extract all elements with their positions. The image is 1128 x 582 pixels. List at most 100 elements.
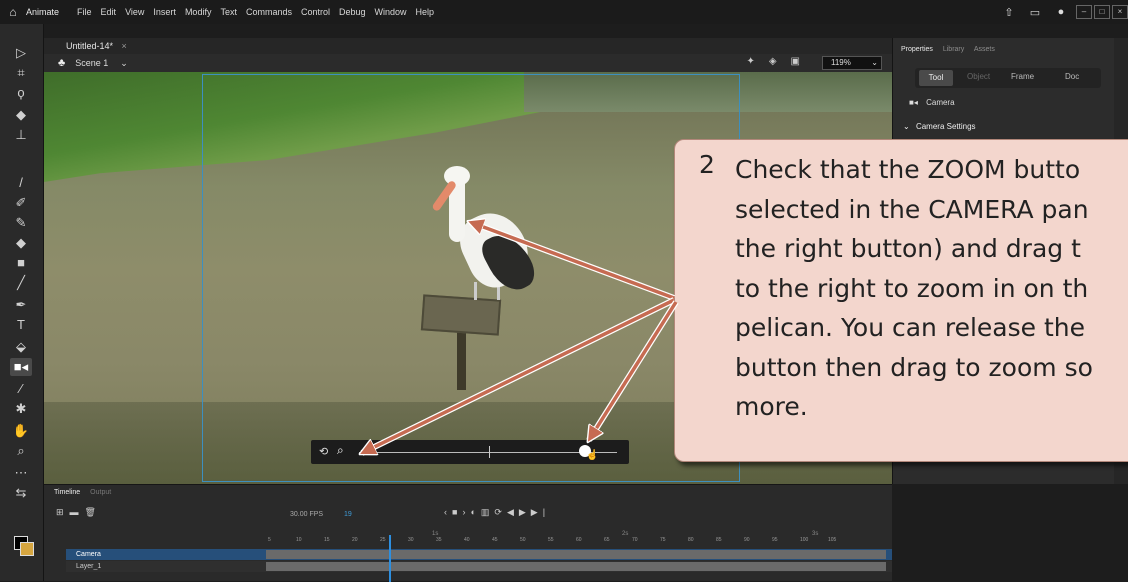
new-layer-icon[interactable]: ⊞ — [56, 507, 70, 517]
text-tool-icon[interactable]: T — [10, 316, 32, 334]
ink-bottle-icon[interactable]: ⬙ — [10, 338, 32, 356]
camera-rotate-icon[interactable]: ⟲ — [319, 445, 328, 458]
menu-text[interactable]: Text — [220, 7, 237, 17]
home-icon[interactable]: ⌂ — [0, 5, 26, 19]
properties-segment-control: Tool Object Frame Doc — [915, 68, 1101, 88]
tab-timeline[interactable]: Timeline — [54, 489, 80, 496]
paint-brush-icon[interactable]: ✎ — [10, 214, 32, 232]
timeline-ruler[interactable]: 5 10 15 20 25 30 35 40 45 50 55 60 65 70 75 80 85 90 95 100… — [264, 537, 892, 545]
delete-layer-icon[interactable]: 🗑 — [85, 507, 102, 517]
ruler-tick-label: 40 — [464, 537, 470, 543]
menu-help[interactable]: Help — [416, 7, 435, 17]
menu-modify[interactable]: Modify — [185, 7, 212, 17]
playhead[interactable] — [389, 535, 391, 582]
edit-multiple-icon[interactable]: ▥ — [481, 507, 495, 517]
color-swatches[interactable] — [14, 536, 34, 556]
ruler-tick-label: 100 — [800, 537, 809, 543]
tab-library[interactable]: Library — [943, 46, 964, 53]
fill-color-swatch[interactable] — [20, 542, 34, 556]
pin-icon[interactable]: ✱ — [10, 400, 32, 418]
stop-icon[interactable]: ■ — [452, 507, 462, 517]
selection-tool-icon[interactable]: ▷ — [10, 44, 32, 62]
step-back-icon[interactable]: ◀ — [507, 507, 519, 517]
callout-line: selected in the CAMERA pan — [735, 194, 1089, 224]
document-title: Untitled-14* — [66, 41, 114, 51]
ruler-tick-label: 10 — [296, 537, 302, 543]
prev-icon[interactable]: ‹ — [444, 507, 452, 517]
fps-value: 30.00 — [290, 511, 308, 518]
new-folder-icon[interactable]: ▬ — [70, 507, 85, 517]
zoom-tool-icon[interactable]: ⌕ — [10, 442, 32, 460]
onion-skin-icon[interactable]: ◐ — [470, 507, 480, 517]
center-stage-icon[interactable]: ✦ — [746, 56, 768, 67]
eraser-icon[interactable]: ◆ — [10, 234, 32, 252]
menu-control[interactable]: Control — [301, 7, 330, 17]
menu-window[interactable]: Window — [375, 7, 407, 17]
timeline-panel: Timeline Output ⊞▬🗑 30.00 FPS 19 ‹■›◐▥⟳◀… — [44, 484, 892, 582]
layer-row-layer1[interactable]: Layer_1 — [66, 561, 892, 572]
clip-content-icon[interactable]: ◈ — [769, 56, 791, 67]
step-forward-icon[interactable]: ▶| — [531, 507, 550, 517]
hand-tool-icon[interactable]: ✋ — [10, 422, 32, 440]
tab-properties[interactable]: Properties — [901, 46, 933, 53]
callout-line: more. — [735, 392, 808, 421]
pencil-icon[interactable]: / — [10, 174, 32, 192]
close-icon[interactable]: × — [1112, 5, 1128, 19]
hand-cursor-icon: ☝ — [586, 450, 599, 461]
menu-insert[interactable]: Insert — [153, 7, 176, 17]
menu-view[interactable]: View — [125, 7, 144, 17]
zoom-select[interactable]: 119% ⌄ — [822, 56, 882, 70]
eyedropper-icon[interactable]: ⁄ — [10, 380, 32, 398]
rectangle-icon[interactable]: ■ — [10, 254, 32, 272]
loop-icon[interactable]: ⟳ — [494, 507, 507, 517]
pen-tool-icon[interactable]: ✒ — [10, 296, 32, 314]
segment-frame[interactable]: Frame — [1011, 72, 1034, 81]
line-tool-icon[interactable]: ╱ — [10, 274, 32, 292]
swap-colors-icon[interactable]: ⇆ — [10, 484, 32, 502]
menu-commands[interactable]: Commands — [246, 7, 292, 17]
more-tools-icon[interactable]: ⋯ — [10, 464, 32, 482]
brush-icon[interactable]: ✐ — [10, 194, 32, 212]
callout-line: to the right to zoom in on th — [735, 273, 1089, 303]
close-tab-icon[interactable]: × — [122, 41, 127, 51]
layer-name: Camera — [76, 551, 101, 558]
layer-frames[interactable] — [266, 562, 886, 571]
layout-icon[interactable]: ▭ — [1022, 6, 1048, 19]
menu-file[interactable]: File — [77, 7, 92, 17]
ruler-tick-label: 75 — [660, 537, 666, 543]
play-icon[interactable]: ▶ — [519, 507, 531, 517]
segment-object[interactable]: Object — [967, 72, 990, 81]
camera-settings-section[interactable]: ⌄ Camera Settings — [903, 122, 976, 131]
minimize-icon[interactable]: – — [1076, 5, 1092, 19]
frame-icon[interactable]: ▣ — [791, 56, 814, 67]
bone-tool-icon[interactable]: ⊥ — [10, 126, 32, 144]
camera-tool-icon[interactable]: ■◂ — [10, 358, 32, 376]
record-icon[interactable]: ● — [1048, 6, 1074, 18]
fps-display[interactable]: 30.00 FPS — [290, 511, 323, 518]
tab-assets[interactable]: Assets — [974, 46, 995, 53]
document-tab[interactable]: Untitled-14* × — [44, 38, 892, 54]
ruler-tick-label: 65 — [604, 537, 610, 543]
camera-zoom-icon[interactable]: ⌕ — [337, 443, 344, 458]
paint-bucket-icon[interactable]: ◆ — [10, 106, 32, 124]
current-frame[interactable]: 19 — [344, 511, 352, 518]
callout-line: Check that the ZOOM butto — [735, 155, 1081, 184]
ruler-tick-label: 60 — [576, 537, 582, 543]
scene-name[interactable]: Scene 1 — [75, 58, 108, 68]
ruler-tick-label: 95 — [772, 537, 778, 543]
maximize-icon[interactable]: □ — [1094, 5, 1110, 19]
layer-frames[interactable] — [266, 550, 886, 559]
camera-label: Camera — [926, 98, 955, 107]
segment-tool[interactable]: Tool — [919, 70, 953, 86]
lasso-icon[interactable]: ϙ — [10, 84, 32, 102]
tab-output[interactable]: Output — [90, 489, 111, 496]
menu-debug[interactable]: Debug — [339, 7, 366, 17]
free-transform-icon[interactable]: ⌗ — [10, 64, 32, 82]
segment-doc[interactable]: Doc — [1065, 72, 1079, 81]
layer-row-camera[interactable]: Camera — [66, 549, 892, 560]
menu-edit[interactable]: Edit — [101, 7, 117, 17]
share-icon[interactable]: ⇧ — [996, 6, 1022, 19]
chevron-down-icon[interactable]: ⌄ — [120, 58, 128, 69]
timeline-layer-tools: ⊞▬🗑 — [56, 507, 102, 518]
ruler-tick-label: 25 — [380, 537, 386, 543]
